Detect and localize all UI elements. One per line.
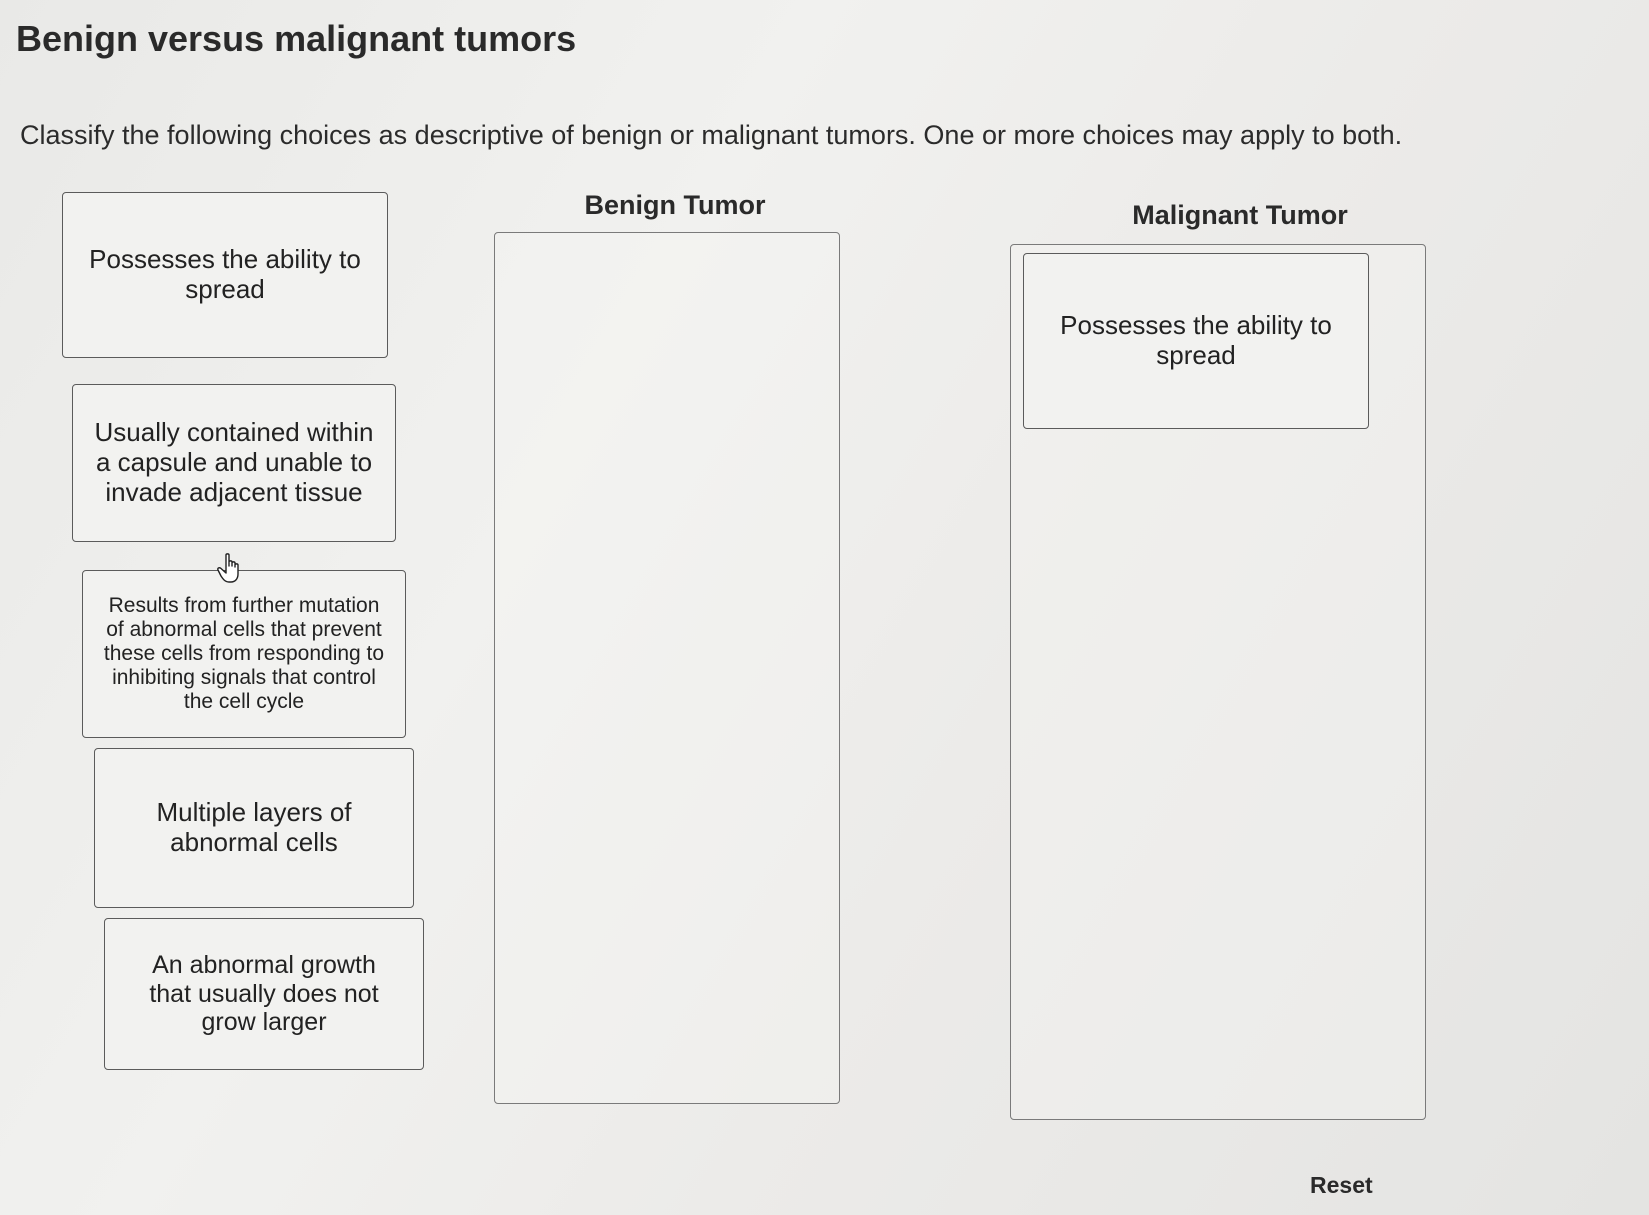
page-title: Benign versus malignant tumors bbox=[16, 18, 577, 59]
choice-card-mutation[interactable]: Results from further mutation of abnorma… bbox=[82, 570, 406, 738]
instructions-text: Classify the following choices as descri… bbox=[20, 120, 1403, 150]
hand-pointer-icon bbox=[217, 553, 239, 583]
choice-card-growth[interactable]: An abnormal growth that usually does not… bbox=[104, 918, 424, 1070]
choice-card-spread[interactable]: Possesses the ability to spread bbox=[62, 192, 388, 358]
malignant-drop-zone[interactable]: Possesses the ability to spread bbox=[1010, 244, 1426, 1120]
malignant-column-label: Malignant Tumor bbox=[1132, 200, 1348, 230]
choice-card-label: Multiple layers of abnormal cells bbox=[156, 797, 352, 857]
choice-card-layers[interactable]: Multiple layers of abnormal cells bbox=[94, 748, 414, 908]
choice-card-capsule[interactable]: Usually contained within a capsule and u… bbox=[72, 384, 396, 542]
benign-column-label: Benign Tumor bbox=[584, 190, 766, 220]
placed-card-spread[interactable]: Possesses the ability to spread bbox=[1023, 253, 1369, 429]
choice-card-label: Results from further mutation of abnorma… bbox=[103, 593, 385, 714]
benign-drop-zone[interactable] bbox=[494, 232, 840, 1104]
choice-card-label: An abnormal growth that usually does not… bbox=[149, 950, 379, 1037]
choice-card-label: Possesses the ability to spread bbox=[89, 244, 361, 304]
choice-card-label: Possesses the ability to spread bbox=[1060, 310, 1332, 370]
reset-button[interactable]: Reset bbox=[1310, 1172, 1373, 1199]
choice-card-label: Usually contained within a capsule and u… bbox=[94, 417, 374, 507]
